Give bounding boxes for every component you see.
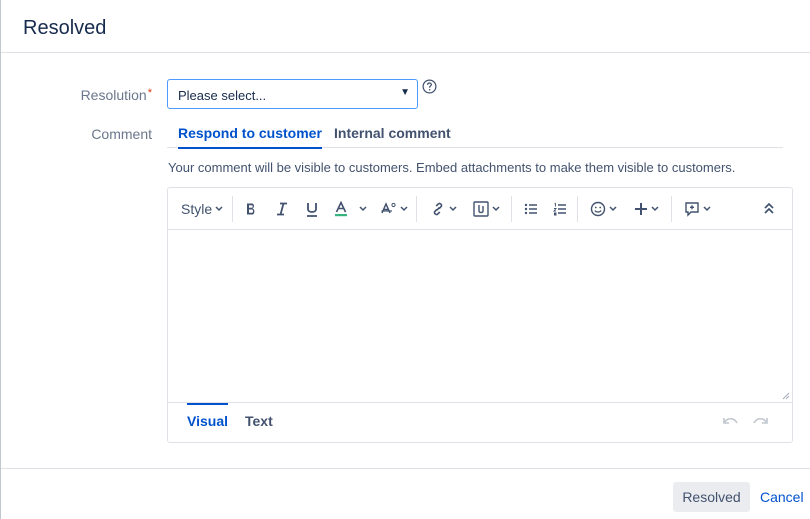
comment-editor: Style Visual Text <box>167 187 793 443</box>
dialog-footer: Resolved Cancel <box>1 468 810 519</box>
link-icon <box>433 202 443 216</box>
bold-icon <box>247 203 255 215</box>
insert-more-icon <box>635 203 647 215</box>
resolution-label: Resolution* <box>80 87 152 103</box>
undo-icon[interactable] <box>723 416 739 428</box>
bullet-list-button[interactable] <box>524 198 538 220</box>
required-marker: * <box>147 87 152 99</box>
insert-more-button[interactable] <box>634 198 659 220</box>
numbered-list-icon <box>553 202 566 216</box>
emoji-button[interactable] <box>590 198 617 220</box>
tab-respond-to-customer[interactable]: Respond to customer <box>178 125 322 149</box>
chevron-down-icon <box>359 206 367 212</box>
italic-icon <box>277 202 287 216</box>
emoji-icon <box>590 201 606 217</box>
chevron-down-icon <box>400 206 408 212</box>
link-button[interactable] <box>430 198 457 220</box>
comment-text-area[interactable] <box>168 230 792 402</box>
comment-tabs: Respond to customer Internal comment <box>167 123 783 149</box>
tab-text[interactable]: Text <box>245 410 273 429</box>
collapse-toolbar-icon <box>764 203 774 214</box>
cancel-button[interactable]: Cancel <box>760 489 804 505</box>
editor-mode-bar: Visual Text <box>168 402 792 442</box>
numbered-list-button[interactable] <box>553 198 567 220</box>
underline-button[interactable] <box>305 198 319 220</box>
help-icon[interactable] <box>422 79 437 94</box>
resolution-select[interactable]: Please select... ▼ <box>167 79 418 109</box>
text-effects-button[interactable] <box>381 198 408 220</box>
redo-icon[interactable] <box>752 416 768 428</box>
mention-icon <box>685 202 699 217</box>
mention-button[interactable] <box>684 198 711 220</box>
text-color-icon <box>335 201 347 217</box>
style-dropdown-label: Style <box>181 201 213 217</box>
chevron-down-icon <box>215 206 223 212</box>
toolbar-divider <box>577 196 578 222</box>
resize-handle-icon[interactable] <box>781 391 790 400</box>
bullet-list-icon <box>524 203 537 215</box>
chevron-down-icon <box>651 206 659 212</box>
bold-button[interactable] <box>244 198 258 220</box>
collapse-toolbar-button[interactable] <box>764 198 774 220</box>
toolbar-divider <box>511 196 512 222</box>
toolbar-divider <box>232 196 233 222</box>
dropdown-arrow-icon: ▼ <box>400 87 410 98</box>
toolbar-divider <box>671 196 672 222</box>
tab-internal-comment[interactable]: Internal comment <box>334 125 451 141</box>
editor-toolbar: Style <box>168 188 792 230</box>
visibility-notice: Your comment will be visible to customer… <box>168 160 736 175</box>
dialog-body: Resolution* Please select... ▼ Comment R… <box>1 53 810 468</box>
toolbar-divider <box>416 196 417 222</box>
dialog-title: Resolved <box>23 17 107 39</box>
resolution-select-value: Please select... <box>178 88 267 103</box>
resolve-dialog: Resolved Resolution* Please select... ▼ … <box>0 0 810 519</box>
italic-button[interactable] <box>275 198 289 220</box>
chevron-down-icon <box>449 206 457 212</box>
text-effects-icon <box>381 202 396 214</box>
attachment-button[interactable] <box>473 198 500 220</box>
chevron-down-icon <box>492 206 500 212</box>
resolved-submit-button[interactable]: Resolved <box>673 482 750 512</box>
underline-icon <box>307 202 317 217</box>
chevron-down-icon <box>703 206 711 212</box>
attachment-icon <box>473 201 489 217</box>
style-dropdown[interactable]: Style <box>181 198 223 220</box>
chevron-down-icon <box>609 206 617 212</box>
dialog-header: Resolved <box>1 0 810 53</box>
tab-visual[interactable]: Visual <box>187 403 228 429</box>
text-color-button[interactable] <box>334 198 367 220</box>
comment-label: Comment <box>91 126 152 142</box>
